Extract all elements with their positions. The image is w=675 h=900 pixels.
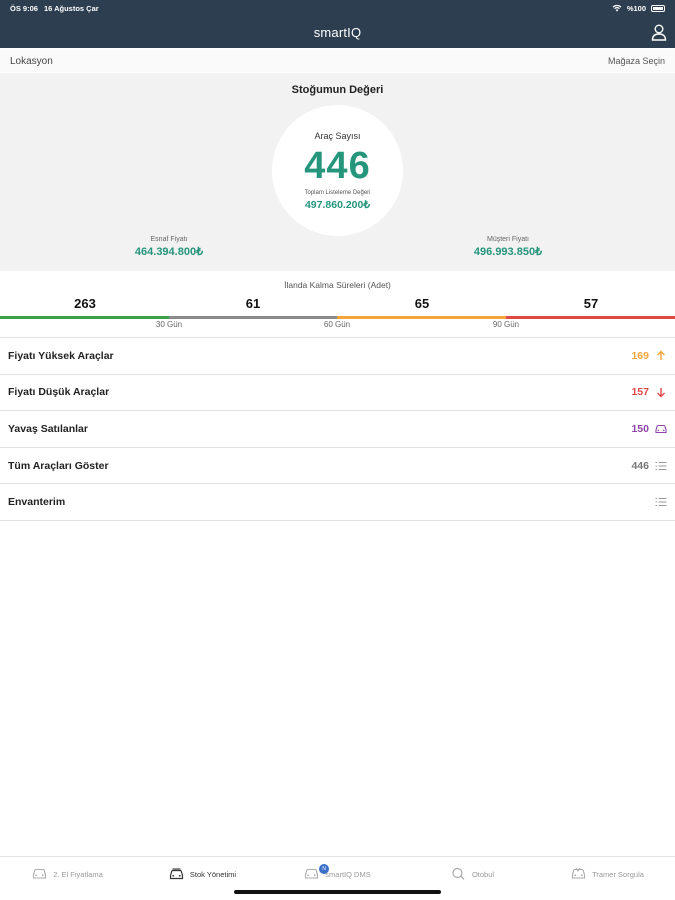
duration-bar-segment-4 <box>506 316 675 319</box>
duration-bar-segment-3 <box>337 316 506 319</box>
list-item-low-price[interactable]: Fiyatı Düşük Araçlar 157 <box>0 375 675 412</box>
tab-label: 2. El Fiyatlama <box>53 869 103 879</box>
status-time: ÖS 9:06 <box>10 4 38 13</box>
dealer-price-value: 464.394.800₺ <box>134 246 204 258</box>
duration-count-0-30[interactable]: 263 <box>55 296 115 311</box>
tab-label: Otobul <box>471 869 495 879</box>
customer-price-label: Müşteri Fiyatı <box>486 236 529 243</box>
total-listing-value: 497.860.200₺ <box>304 199 371 211</box>
store-select-link[interactable]: Mağaza Seçin <box>608 56 665 66</box>
location-label: Lokasyon <box>10 55 53 67</box>
location-bar: Lokasyon Mağaza Seçin <box>0 50 675 72</box>
list-item-high-price[interactable]: Fiyatı Yüksek Araçlar 169 <box>0 338 675 375</box>
app-title: smartIQ <box>313 25 362 40</box>
damage-car-icon <box>571 867 586 882</box>
duration-color-bar <box>0 316 675 319</box>
list-item-count: 157 <box>631 386 649 399</box>
list-item-inventory[interactable]: Envanterim <box>0 484 675 521</box>
tab-tramer-query[interactable]: Tramer Sorgula <box>540 857 675 900</box>
duration-count-90-plus[interactable]: 57 <box>561 296 621 311</box>
car-icon <box>32 867 47 882</box>
duration-markers: 30 Gün 60 Gün 90 Gün <box>0 320 675 330</box>
notification-badge: N <box>319 864 329 874</box>
list-icon <box>655 496 667 508</box>
duration-marker-30: 30 Gün <box>155 320 183 329</box>
list-item-all-vehicles[interactable]: Tüm Araçları Göster 446 <box>0 448 675 485</box>
tab-label: Tramer Sorgula <box>592 869 644 879</box>
list-item-label: Envanterim <box>8 496 66 509</box>
vehicle-count-label: Araç Sayısı <box>314 131 361 141</box>
arrow-down-icon <box>655 386 667 398</box>
tab-used-car-pricing[interactable]: 2. El Fiyatlama <box>0 857 135 900</box>
list-item-count: 169 <box>631 349 649 362</box>
list-item-label: Fiyatı Düşük Araçlar <box>8 386 110 399</box>
duration-marker-60: 60 Gün <box>323 320 351 329</box>
list-icon <box>655 460 667 472</box>
duration-marker-90: 90 Gün <box>492 320 520 329</box>
tab-label: Stok Yönetimi <box>189 869 237 879</box>
vehicle-count-value: 446 <box>304 145 371 187</box>
search-icon <box>451 867 466 882</box>
car-stack-icon <box>169 867 184 882</box>
dealer-price-label: Esnaf Fiyatı <box>150 236 188 243</box>
list-item-slow-sellers[interactable]: Yavaş Satılanlar 150 <box>0 411 675 448</box>
tab-label: smartIQ DMS <box>325 869 371 879</box>
status-date: 16 Ağustos Çar <box>43 4 99 13</box>
list-item-label: Tüm Araçları Göster <box>8 459 109 472</box>
list-item-count: 446 <box>631 459 649 472</box>
duration-bar-segment-2 <box>169 316 337 319</box>
car-icon <box>655 423 667 435</box>
home-indicator <box>234 890 441 894</box>
duration-count-30-60[interactable]: 61 <box>223 296 283 311</box>
vehicle-count-circle: Araç Sayısı 446 Toplam Listeleme Değeri … <box>272 105 403 236</box>
customer-price: Müşteri Fiyatı 496.993.850₺ <box>428 236 588 258</box>
user-profile-icon[interactable] <box>651 24 667 41</box>
arrow-up-icon <box>655 350 667 362</box>
wifi-icon <box>612 4 622 14</box>
duration-count-60-90[interactable]: 65 <box>392 296 452 311</box>
battery-percent: %100 <box>626 4 646 13</box>
summary-heading: Stoğumun Değeri <box>291 84 384 96</box>
dealer-price: Esnaf Fiyatı 464.394.800₺ <box>89 236 249 258</box>
status-bar: ÖS 9:06 16 Ağustos Çar %100 <box>0 0 675 17</box>
vehicle-category-list: Fiyatı Yüksek Araçlar 169 Fiyatı Düşük A… <box>0 337 675 521</box>
duration-bar-segment-1 <box>0 316 169 319</box>
list-item-label: Yavaş Satılanlar <box>8 422 88 435</box>
list-item-label: Fiyatı Yüksek Araçlar <box>8 349 114 362</box>
dms-car-icon <box>304 867 319 882</box>
app-header: smartIQ <box>0 17 675 48</box>
customer-price-value: 496.993.850₺ <box>473 246 543 258</box>
duration-title: İlanda Kalma Süreleri (Adet) <box>284 280 391 290</box>
battery-icon <box>651 5 665 12</box>
stock-value-summary: Stoğumun Değeri Araç Sayısı 446 Toplam L… <box>0 73 675 271</box>
total-listing-label: Toplam Listeleme Değeri <box>304 190 371 196</box>
list-item-count: 150 <box>631 422 649 435</box>
duration-counts: 263 61 65 57 <box>0 296 675 316</box>
